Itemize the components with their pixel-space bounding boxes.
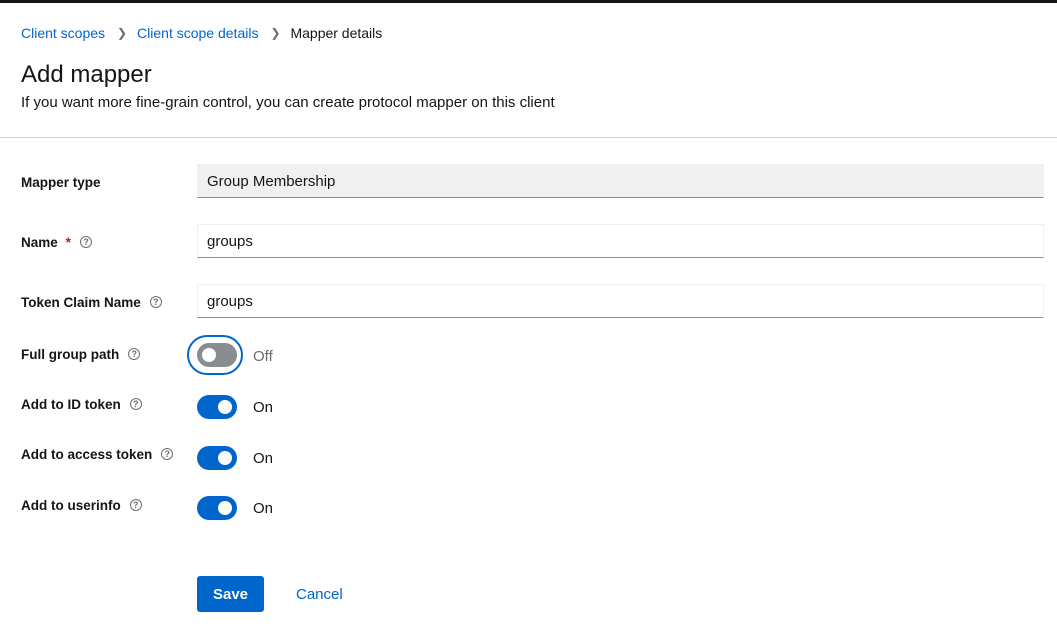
chevron-right-icon: ❯ [117,26,128,40]
token-claim-name-input[interactable] [197,284,1044,318]
page-subtitle: If you want more fine-grain control, you… [21,94,555,111]
help-circle-icon[interactable]: ? [129,499,142,511]
add-to-access-token-toggle[interactable] [197,446,237,470]
breadcrumb-current: Mapper details [290,25,383,41]
full-group-path-label: Full group path ? [21,344,141,364]
full-group-path-state: Off [253,348,273,365]
add-to-id-token-label: Add to ID token ? [21,394,142,414]
help-circle-icon[interactable]: ? [128,348,141,360]
full-group-path-toggle[interactable] [197,343,237,367]
help-circle-icon[interactable]: ? [129,398,142,410]
breadcrumb: Client scopes ❯ Client scope details ❯ M… [21,24,382,42]
help-circle-icon[interactable]: ? [161,448,174,460]
top-border [0,0,1057,3]
add-to-userinfo-label: Add to userinfo ? [21,495,142,515]
add-to-userinfo-toggle[interactable] [197,496,237,520]
add-to-id-token-toggle[interactable] [197,395,237,419]
page-title: Add mapper [21,61,152,88]
breadcrumb-client-scopes[interactable]: Client scopes [21,25,105,41]
add-to-access-token-state: On [253,450,274,467]
header-divider [0,137,1057,138]
help-circle-icon[interactable]: ? [149,296,162,308]
cancel-button[interactable]: Cancel [286,576,353,612]
chevron-right-icon: ❯ [270,26,281,40]
help-circle-icon[interactable]: ? [80,236,93,248]
mapper-type-field: Group Membership [197,164,1044,198]
required-indicator: * [65,234,72,250]
toggle-knob [218,451,232,465]
toggle-knob [218,501,232,515]
toggle-knob [202,348,216,362]
add-to-userinfo-state: On [253,500,274,517]
add-to-access-token-label: Add to access token ? [21,444,174,464]
name-label: Name * ? [21,232,93,252]
add-to-id-token-state: On [253,399,274,416]
save-button[interactable]: Save [197,576,264,612]
mapper-type-label: Mapper type [21,174,101,190]
token-claim-name-label: Token Claim Name ? [21,292,162,312]
name-input[interactable] [197,224,1044,258]
toggle-knob [218,400,232,414]
breadcrumb-client-scope-details[interactable]: Client scope details [137,25,258,41]
